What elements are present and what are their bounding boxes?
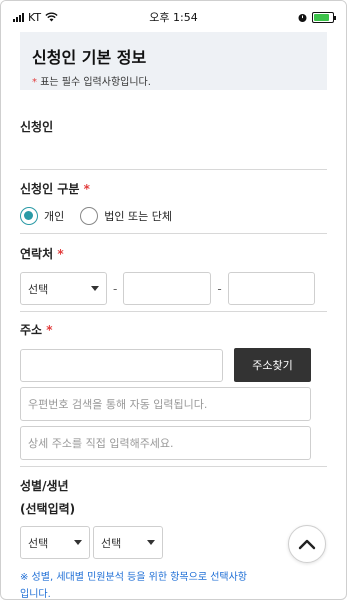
applicant-section: 신청인 — [20, 118, 327, 135]
required-note-text: 표는 필수 입력사항입니다. — [40, 77, 151, 88]
phone-screen: KT 오후 1:54 신청인 기본 정보 * 표는 필수 입력사항입니다. 신청… — [0, 0, 347, 600]
address-detail-placeholder: 상세 주소를 직접 입력해주세요. — [28, 437, 174, 450]
radio-corporation-label: 법인 또는 단체 — [104, 210, 172, 223]
required-star: * — [57, 247, 64, 261]
applicant-label: 신청인 — [20, 120, 54, 134]
address-auto-placeholder: 우편번호 검색을 통해 자동 입력됩니다. — [28, 398, 208, 411]
address-label-text: 주소 — [20, 323, 43, 337]
contact-section: 연락처 * 선택 - - — [20, 245, 327, 305]
address-search-row: 주소찾기 — [20, 348, 327, 382]
gender-birth-sublabel: (선택입력) — [20, 502, 76, 516]
scroll-to-top-button[interactable] — [288, 525, 326, 563]
applicant-type-section: 신청인 구분 * 개인 법인 또는 단체 — [20, 180, 327, 225]
contact-label-text: 연락처 — [20, 247, 54, 261]
alarm-icon — [298, 13, 307, 22]
birth-year-select[interactable]: 선택 — [93, 526, 163, 559]
applicant-type-label: 신청인 구분 * — [20, 180, 327, 197]
radio-individual-label: 개인 — [44, 210, 65, 223]
gender-select-value: 선택 — [28, 536, 49, 550]
radio-corporation[interactable]: 법인 또는 단체 — [80, 207, 172, 225]
chevron-down-icon — [147, 540, 155, 545]
radio-individual[interactable]: 개인 — [20, 207, 64, 225]
gender-birth-label: 성별/생년 — [20, 479, 69, 493]
status-right — [297, 11, 336, 23]
applicant-type-label-text: 신청인 구분 — [20, 182, 80, 196]
address-detail-input[interactable]: 상세 주소를 직접 입력해주세요. — [20, 426, 311, 460]
optional-note-cont: 입니다. — [20, 589, 51, 600]
required-star: * — [46, 323, 53, 337]
phone-prefix-select[interactable]: 선택 — [20, 272, 107, 305]
optional-note: ※ 성별, 세대별 민원분석 등을 위한 항목으로 선택사항 — [20, 572, 248, 583]
chevron-down-icon — [74, 540, 82, 545]
gender-birth-section: 성별/생년 (선택입력) 선택 선택 ※ 성별, 세대별 민원분석 등을 위한 … — [20, 477, 327, 600]
form-header: 신청인 기본 정보 * 표는 필수 입력사항입니다. — [20, 32, 327, 90]
postcode-input[interactable] — [20, 348, 223, 382]
address-search-button[interactable]: 주소찾기 — [234, 348, 311, 382]
divider — [20, 466, 327, 467]
battery-icon — [312, 11, 336, 23]
divider — [20, 311, 327, 312]
applicant-type-radio-group: 개인 법인 또는 단체 — [20, 207, 327, 225]
birth-year-select-value: 선택 — [101, 536, 122, 550]
divider — [20, 233, 327, 234]
radio-unchecked-icon — [80, 207, 99, 225]
phone-middle-input[interactable] — [123, 272, 212, 305]
chevron-up-icon — [298, 539, 316, 550]
gender-birth-row: 선택 선택 — [20, 526, 327, 559]
contact-row: 선택 - - — [20, 272, 327, 305]
chevron-down-icon — [91, 286, 99, 291]
signal-icon — [13, 12, 24, 22]
phone-last-input[interactable] — [227, 272, 315, 305]
phone-separator: - — [217, 281, 222, 296]
divider — [20, 169, 327, 170]
gender-select[interactable]: 선택 — [20, 526, 90, 559]
address-auto-input[interactable]: 우편번호 검색을 통해 자동 입력됩니다. — [20, 387, 311, 421]
wifi-icon — [45, 12, 58, 22]
status-bar: KT 오후 1:54 — [1, 1, 346, 33]
status-left: KT — [13, 11, 58, 24]
phone-separator: - — [113, 281, 118, 296]
address-section: 주소 * 주소찾기 우편번호 검색을 통해 자동 입력됩니다. 상세 주소를 직… — [20, 321, 327, 460]
required-star: * — [83, 182, 90, 196]
page-title: 신청인 기본 정보 — [32, 48, 147, 67]
address-label: 주소 * — [20, 321, 327, 338]
phone-prefix-value: 선택 — [28, 282, 49, 296]
required-note: * 표는 필수 입력사항입니다. — [32, 73, 315, 88]
radio-checked-icon — [20, 207, 38, 225]
required-star: * — [32, 77, 37, 88]
carrier-label: KT — [28, 10, 42, 24]
contact-label: 연락처 * — [20, 245, 327, 262]
